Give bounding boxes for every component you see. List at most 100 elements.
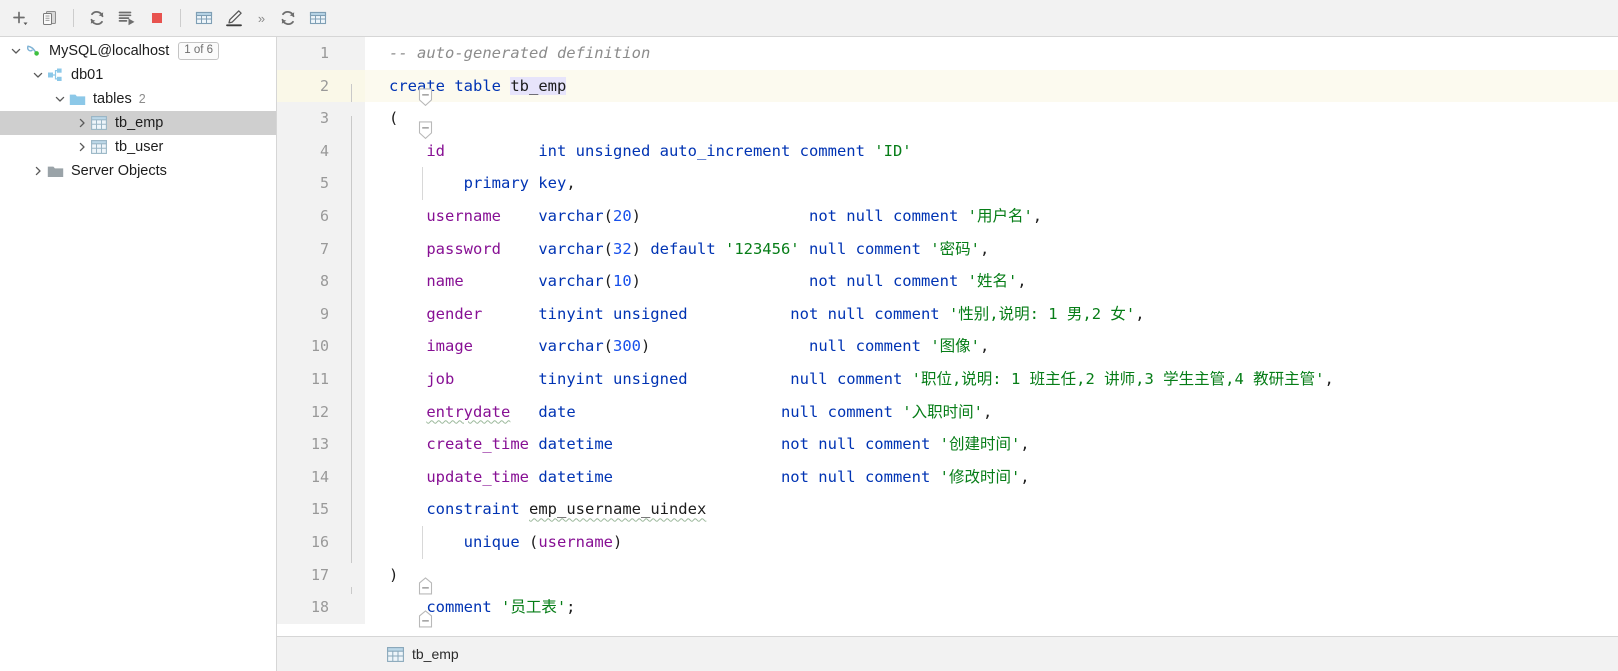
code-token: '姓名'	[968, 272, 1018, 290]
data-editor-button[interactable]	[190, 4, 218, 32]
chevron-double-right-icon[interactable]: »	[250, 4, 272, 32]
fold-gutter[interactable]	[339, 330, 365, 363]
code-text[interactable]: (	[365, 102, 1618, 135]
line-number: 8	[277, 265, 339, 298]
duplicate-button[interactable]	[36, 4, 64, 32]
code-line[interactable]: 9 gender tinyint unsigned not null comme…	[277, 298, 1618, 331]
main-toolbar: »	[0, 0, 1618, 37]
code-text[interactable]: create_time datetime not null comment '创…	[365, 428, 1618, 461]
code-text[interactable]: username varchar(20) not null comment '用…	[365, 200, 1618, 233]
code-token: int unsigned auto_increment comment	[538, 142, 874, 160]
code-line[interactable]: 11 job tinyint unsigned null comment '职位…	[277, 363, 1618, 396]
fold-gutter[interactable]	[339, 428, 365, 461]
code-line[interactable]: 7 password varchar(32) default '123456' …	[277, 233, 1618, 266]
chevron-down-icon[interactable]	[52, 91, 68, 107]
code-line[interactable]: 3 (	[277, 102, 1618, 135]
sidebar-item-tables[interactable]: tables2	[0, 87, 276, 111]
status-table-entry[interactable]: tb_emp	[387, 646, 459, 662]
code-token	[688, 370, 791, 388]
fold-gutter[interactable]	[339, 493, 365, 526]
code-text[interactable]: unique (username)	[365, 526, 1618, 559]
chevron-right-icon[interactable]	[74, 115, 90, 131]
code-text[interactable]: -- auto-generated definition	[365, 37, 1618, 70]
code-text[interactable]: comment '员工表';	[365, 591, 1618, 624]
fold-gutter[interactable]	[339, 363, 365, 396]
fold-gutter[interactable]	[339, 135, 365, 168]
sidebar-item-tb-user[interactable]: tb_user	[0, 135, 276, 159]
run-script-button[interactable]	[113, 4, 141, 32]
database-navigator[interactable]: MySQL@localhost1 of 6 db01 tables2 tb_em…	[0, 37, 277, 671]
code-line[interactable]: 5 primary key,	[277, 167, 1618, 200]
toolbar-separator	[73, 9, 74, 27]
schema-icon	[46, 67, 64, 83]
code-text[interactable]: gender tinyint unsigned not null comment…	[365, 298, 1618, 331]
code-text[interactable]: entrydate date null comment '入职时间',	[365, 396, 1618, 429]
fold-gutter[interactable]	[339, 167, 365, 200]
stop-button[interactable]	[143, 4, 171, 32]
code-text[interactable]: id int unsigned auto_increment comment '…	[365, 135, 1618, 168]
code-token	[576, 403, 781, 421]
code-token: )	[632, 240, 651, 258]
add-button[interactable]	[6, 4, 34, 32]
code-line[interactable]: 13 create_time datetime not null comment…	[277, 428, 1618, 461]
code-line[interactable]: 12 entrydate date null comment '入职时间',	[277, 396, 1618, 429]
table-view-button[interactable]	[304, 4, 332, 32]
code-line[interactable]: 15 constraint emp_username_uindex	[277, 493, 1618, 526]
modify-button[interactable]	[220, 4, 248, 32]
code-text[interactable]: update_time datetime not null comment '修…	[365, 461, 1618, 494]
code-text[interactable]: password varchar(32) default '123456' nu…	[365, 233, 1618, 266]
code-text[interactable]: job tinyint unsigned null comment '职位,说明…	[365, 363, 1618, 396]
code-token: )	[641, 337, 650, 355]
code-text[interactable]: )	[365, 559, 1618, 592]
line-number: 18	[277, 591, 339, 624]
code-text[interactable]: name varchar(10) not null comment '姓名',	[365, 265, 1618, 298]
mysql-dolphin-icon	[24, 43, 42, 59]
code-token: varchar	[538, 207, 603, 225]
code-token: unique	[464, 533, 529, 551]
fold-gutter[interactable]	[339, 265, 365, 298]
connection-badge[interactable]: 1 of 6	[178, 42, 219, 60]
fold-gutter[interactable]	[339, 200, 365, 233]
code-token: (	[604, 240, 613, 258]
sidebar-item-tb-emp[interactable]: tb_emp	[0, 111, 276, 135]
sidebar-item-server-objects[interactable]: Server Objects	[0, 159, 276, 183]
fold-gutter[interactable]	[339, 396, 365, 429]
sql-editor[interactable]: 1-- auto-generated definition2 create ta…	[277, 37, 1618, 636]
code-line[interactable]: 18 comment '员工表';	[277, 591, 1618, 624]
fold-gutter[interactable]	[339, 102, 365, 135]
chevron-down-icon[interactable]	[30, 67, 46, 83]
code-line[interactable]: 16 unique (username)	[277, 526, 1618, 559]
line-number: 16	[277, 526, 339, 559]
fold-gutter[interactable]	[339, 298, 365, 331]
code-line[interactable]: 6 username varchar(20) not null comment …	[277, 200, 1618, 233]
code-line[interactable]: 17 )	[277, 559, 1618, 592]
editor-status-bar: tb_emp	[277, 636, 1618, 671]
code-token	[389, 240, 426, 258]
chevron-right-icon[interactable]	[74, 139, 90, 155]
code-line[interactable]: 2 create table tb_emp	[277, 70, 1618, 103]
code-text[interactable]: image varchar(300) null comment '图像',	[365, 330, 1618, 363]
code-text[interactable]: create table tb_emp	[365, 70, 1618, 103]
line-number: 6	[277, 200, 339, 233]
code-token	[482, 305, 538, 323]
chevron-right-icon[interactable]	[30, 163, 46, 179]
fold-end-icon[interactable]	[344, 575, 434, 636]
code-token: ,	[1135, 305, 1144, 323]
code-token: ,	[566, 174, 575, 192]
fold-gutter[interactable]	[339, 591, 365, 624]
code-text[interactable]: constraint emp_username_uindex	[365, 493, 1618, 526]
code-line[interactable]: 1-- auto-generated definition	[277, 37, 1618, 70]
code-token: (	[604, 207, 613, 225]
code-line[interactable]: 10 image varchar(300) null comment '图像',	[277, 330, 1618, 363]
sidebar-item-mysql-localhost[interactable]: MySQL@localhost1 of 6	[0, 39, 276, 63]
code-line[interactable]: 4 id int unsigned auto_increment comment…	[277, 135, 1618, 168]
code-text[interactable]: primary key,	[365, 167, 1618, 200]
fold-gutter[interactable]	[339, 461, 365, 494]
code-line[interactable]: 8 name varchar(10) not null comment '姓名'…	[277, 265, 1618, 298]
sidebar-item-db01[interactable]: db01	[0, 63, 276, 87]
code-line[interactable]: 14 update_time datetime not null comment…	[277, 461, 1618, 494]
fold-gutter[interactable]	[339, 233, 365, 266]
refresh-table-button[interactable]	[274, 4, 302, 32]
chevron-down-icon[interactable]	[8, 43, 24, 59]
refresh-button[interactable]	[83, 4, 111, 32]
